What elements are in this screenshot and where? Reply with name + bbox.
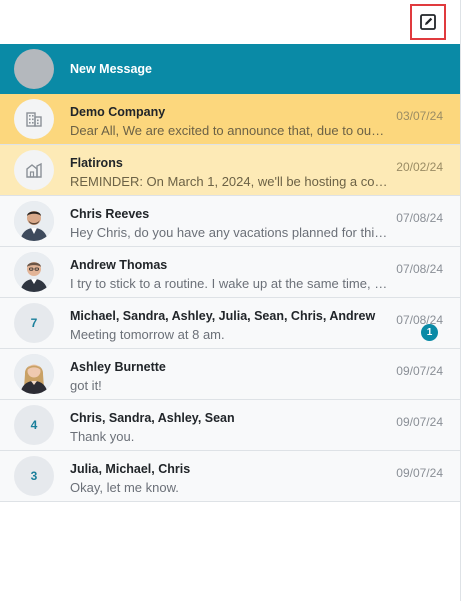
conversation-date: 09/07/24 [396, 415, 443, 429]
conversation-preview: REMINDER: On March 1, 2024, we'll be hos… [70, 174, 388, 189]
conversation-name: Demo Company [70, 105, 166, 119]
house-building-icon [26, 162, 42, 178]
compose-button[interactable] [410, 4, 446, 40]
conversation-preview: Okay, let me know. [70, 480, 179, 495]
conversation-name: Andrew Thomas [70, 258, 168, 272]
conversation-preview: I try to stick to a routine. I wake up a… [70, 276, 388, 291]
conversation-date: 07/08/24 [396, 313, 443, 327]
conversation-preview: Thank you. [70, 429, 135, 444]
avatar [14, 354, 54, 394]
conversation-preview: got it! [70, 378, 102, 393]
conversation-item-group-3[interactable]: 3 Julia, Michael, Chris Okay, let me kno… [0, 451, 460, 502]
person-photo-icon [14, 252, 54, 292]
group-count-avatar: 3 [14, 456, 54, 496]
conversation-name: Flatirons [70, 156, 123, 170]
conversation-preview: Meeting tomorrow at 8 am. [70, 327, 225, 342]
avatar [14, 99, 54, 139]
panel-divider [460, 0, 461, 601]
conversation-date: 07/08/24 [396, 211, 443, 225]
conversation-date: 09/07/24 [396, 466, 443, 480]
group-count-avatar: 7 [14, 303, 54, 343]
building-icon [26, 112, 42, 127]
conversation-date: 03/07/24 [396, 109, 443, 123]
conversation-list: New Message Demo Company Dear All, We ar… [0, 44, 460, 502]
conversation-item-flatirons[interactable]: Flatirons REMINDER: On March 1, 2024, we… [0, 145, 460, 196]
conversation-item-group-7[interactable]: 7 Michael, Sandra, Ashley, Julia, Sean, … [0, 298, 460, 349]
conversation-name: Michael, Sandra, Ashley, Julia, Sean, Ch… [70, 309, 376, 323]
conversation-date: 07/08/24 [396, 262, 443, 276]
unread-badge: 1 [421, 324, 438, 341]
group-count-avatar: 4 [14, 405, 54, 445]
avatar [14, 150, 54, 190]
new-message-item[interactable]: New Message [0, 44, 460, 94]
conversation-date: 20/02/24 [396, 160, 443, 174]
top-bar [0, 0, 464, 44]
conversation-name: Chris Reeves [70, 207, 150, 221]
avatar [14, 252, 54, 292]
avatar [14, 201, 54, 241]
conversation-item-ashley-burnette[interactable]: Ashley Burnette got it! 09/07/24 [0, 349, 460, 400]
conversation-name: Ashley Burnette [70, 360, 166, 374]
conversation-preview: Hey Chris, do you have any vacations pla… [70, 225, 388, 240]
conversation-item-group-4[interactable]: 4 Chris, Sandra, Ashley, Sean Thank you.… [0, 400, 460, 451]
conversation-item-andrew-thomas[interactable]: Andrew Thomas I try to stick to a routin… [0, 247, 460, 298]
person-photo-icon [14, 354, 54, 394]
conversation-name: Chris, Sandra, Ashley, Sean [70, 411, 235, 425]
edit-square-icon [420, 14, 436, 30]
conversation-item-demo-company[interactable]: Demo Company Dear All, We are excited to… [0, 94, 460, 145]
conversation-name: Julia, Michael, Chris [70, 462, 191, 476]
conversation-date: 09/07/24 [396, 364, 443, 378]
avatar [14, 49, 54, 89]
new-message-label: New Message [70, 62, 152, 76]
person-photo-icon [14, 201, 54, 241]
conversation-preview: Dear All, We are excited to announce tha… [70, 123, 388, 138]
conversation-item-chris-reeves[interactable]: Chris Reeves Hey Chris, do you have any … [0, 196, 460, 247]
